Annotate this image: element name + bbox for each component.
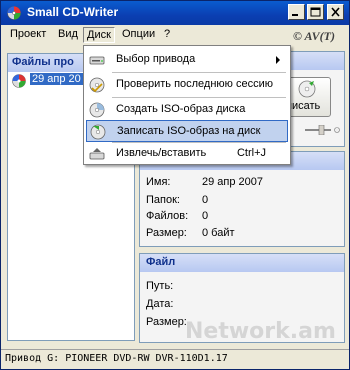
menu-item-label: Проверить последнюю сессию [116, 78, 273, 90]
close-button[interactable] [327, 4, 344, 20]
eject-icon [89, 148, 105, 160]
copyright-label: © AV(T) [293, 29, 335, 43]
menu-item-label: Создать ISO-образ диска [116, 103, 246, 115]
minimize-icon [292, 14, 298, 16]
menu-item-shortcut: Ctrl+J [236, 147, 266, 159]
info-name-label: Имя: [146, 176, 171, 188]
disk-menu-dropdown: Выбор привода Проверить последнюю сессию… [83, 45, 291, 165]
menu-project[interactable]: Проект [7, 27, 49, 43]
disc-icon [12, 74, 26, 88]
close-icon [331, 7, 340, 17]
menu-view[interactable]: Вид [55, 27, 81, 43]
info-folders-label: Папок: [146, 194, 180, 206]
menu-item-label: Выбор привода [116, 53, 196, 65]
minimize-button[interactable] [288, 4, 305, 20]
burn-iso-icon [90, 124, 106, 140]
menu-item-select-drive[interactable]: Выбор привода [86, 49, 288, 71]
menu-separator [112, 97, 286, 98]
submenu-arrow-icon [276, 56, 280, 64]
menu-disk[interactable]: Диск [83, 27, 115, 43]
info-size-label: Размер: [146, 227, 187, 239]
drive-icon [89, 56, 105, 65]
file-info-header: Файл [140, 254, 344, 272]
disc-info-group: Имя: 29 апр 2007 Папок: 0 Файлов: 0 Разм… [139, 151, 345, 247]
window-title: Small CD-Writer [27, 5, 119, 19]
status-bar: Привод G: PIONEER DVD-RW DVR-110D1.17 [1, 349, 349, 369]
speed-slider[interactable] [305, 125, 341, 135]
disc-check-icon [89, 77, 105, 93]
status-text: Привод G: PIONEER DVD-RW DVR-110D1.17 [5, 353, 228, 364]
file-path-label: Путь: [146, 280, 174, 292]
disc-iso-icon [89, 102, 105, 118]
cd-app-icon [7, 6, 21, 20]
menu-options[interactable]: Опции [119, 27, 158, 43]
maximize-icon [310, 7, 321, 17]
write-button-label: писать [286, 100, 321, 112]
file-size-label: Размер: [146, 316, 187, 328]
menu-item-burn-iso[interactable]: Записать ISO-образ на диск [86, 120, 288, 142]
burn-disc-icon [298, 80, 316, 98]
app-window: Small CD-Writer Проект Вид Диск Опции ? … [0, 0, 350, 370]
tree-item-label: 29 апр 20 [30, 73, 83, 85]
title-bar[interactable]: Small CD-Writer [1, 1, 349, 25]
maximize-button[interactable] [307, 4, 324, 20]
info-files-value: 0 [202, 210, 209, 222]
menu-item-label: Извлечь/вставить [116, 147, 207, 159]
menu-separator [112, 72, 286, 73]
menu-item-label: Записать ISO-образ на диск [117, 125, 261, 137]
file-date-label: Дата: [146, 298, 174, 310]
menu-item-eject[interactable]: Извлечь/вставить Ctrl+J [86, 143, 288, 165]
menu-bar: Проект Вид Диск Опции ? © AV(T) [1, 25, 349, 45]
menu-help[interactable]: ? [161, 27, 173, 43]
info-folders-value: 0 [202, 194, 209, 206]
watermark: Network.am [185, 319, 336, 344]
info-size-value: 0 байт [202, 227, 235, 239]
info-name-value: 29 апр 2007 [202, 176, 264, 188]
menu-item-check-session[interactable]: Проверить последнюю сессию [86, 74, 288, 96]
info-files-label: Файлов: [146, 210, 189, 222]
menu-item-create-iso[interactable]: Создать ISO-образ диска [86, 99, 288, 121]
